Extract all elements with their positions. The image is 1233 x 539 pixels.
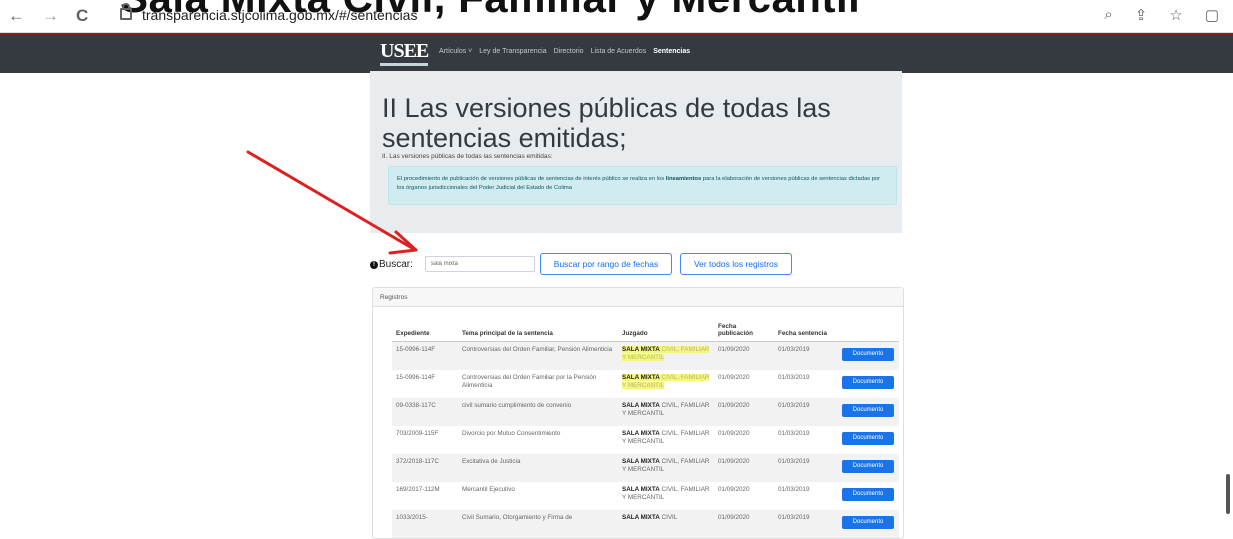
cell-fecha-sentencia: 01/03/2019 — [774, 454, 838, 482]
cell-tema: Divorcio por Mutuo Consentimiento — [462, 430, 561, 437]
juzgado-rest: CIVIL — [661, 514, 678, 521]
search-label: Buscar: — [379, 259, 413, 270]
juzgado-highlight: SALA MIXTA CIVIL, FAMILIAR Y MERCANTIL — [622, 458, 709, 473]
cell-fecha-publicacion: 01/09/2020 — [714, 510, 774, 538]
col-expediente[interactable]: Expediente — [392, 316, 458, 342]
col-fecha-publicacion[interactable]: Fecha publicación — [714, 316, 774, 342]
cell-action: Documento — [838, 426, 899, 454]
juzgado-bold: SALA MIXTA — [622, 402, 660, 409]
cell-action: Documento — [838, 398, 899, 426]
juzgado-highlight: SALA MIXTA CIVIL, FAMILIAR Y MERCANTIL — [622, 374, 710, 389]
table-row: 169/2017-112M Mercantil Ejecutivo SALA MIX… — [392, 482, 899, 510]
cell-fecha-sentencia: 01/03/2019 — [778, 374, 810, 381]
table-header-row: Expediente Tema principal de la sentenci… — [392, 316, 899, 342]
cell-action: Documento — [838, 454, 899, 482]
col-juzgado[interactable]: Juzgado — [618, 316, 714, 342]
cell-juzgado: SALA MIXTA CIVIL, FAMILIAR Y MERCANTIL — [618, 482, 714, 510]
cell-tema: Civil Sumario, Otorgamiento y Firma de — [458, 510, 618, 538]
cell-fecha-publicacion: 01/09/2020 — [714, 398, 774, 426]
documento-button[interactable]: Documento — [842, 404, 894, 417]
search-input[interactable] — [425, 256, 535, 272]
records-card: Registros Expediente Tema principal de l… — [372, 287, 904, 539]
documento-button[interactable]: Documento — [842, 348, 894, 361]
cell-expediente: 703/2009-115F — [396, 430, 439, 437]
juzgado-bold: SALA MIXTA — [622, 346, 660, 353]
juzgado-bold: SALA MIXTA — [622, 486, 660, 493]
cell-fecha-publicacion: 01/09/2020 — [718, 486, 750, 493]
juzgado-bold: SALA MIXTA — [622, 458, 660, 465]
view-all-records-button[interactable]: Ver todos los registros — [680, 253, 792, 275]
cell-tema: civil sumario cumplimiento de convenio — [458, 398, 618, 426]
cell-expediente: 169/2017-112M — [396, 486, 440, 493]
juzgado-highlight: SALA MIXTA CIVIL, FAMILIAR Y MERCANTIL — [622, 430, 709, 445]
juzgado-bold: SALA MIXTA — [622, 514, 660, 521]
col-tema[interactable]: Tema principal de la sentencia — [458, 316, 618, 342]
records-table: Expediente Tema principal de la sentenci… — [392, 316, 899, 538]
col-actions — [838, 316, 899, 342]
info-icon: ! — [370, 261, 378, 269]
cell-action: Documento — [838, 510, 899, 538]
card-header-title: Registros — [380, 294, 408, 301]
juzgado-highlight: SALA MIXTA CIVIL, FAMILIAR Y MERCANTIL — [622, 486, 709, 501]
card-header: Registros — [373, 288, 903, 307]
cell-fecha-sentencia: 01/03/2019 — [778, 486, 810, 493]
scrollbar-thumb[interactable] — [1226, 474, 1230, 514]
documento-button[interactable]: Documento — [842, 376, 894, 389]
cell-expediente: 15-0996-114F — [396, 374, 436, 381]
table-row: 15-0996-114F Controversias del Orden Fami… — [392, 341, 899, 370]
cell-expediente: 15-0996-114F — [392, 341, 458, 370]
juzgado-highlight: SALA MIXTA CIVIL, FAMILIAR Y MERCANTIL — [622, 346, 710, 361]
cell-fecha-publicacion: 01/09/2020 — [714, 341, 774, 370]
cell-tema: Controversias del Orden Familiar, Pensió… — [458, 341, 618, 370]
cell-fecha-sentencia: 01/03/2019 — [774, 510, 838, 538]
table-row: 09-0338-117C civil sumario cumplimiento d… — [392, 398, 899, 426]
date-range-search-button[interactable]: Buscar por rango de fechas — [540, 253, 672, 275]
table-body: 15-0996-114F Controversias del Orden Fami… — [392, 341, 899, 538]
cell-fecha-publicacion: 01/09/2020 — [714, 454, 774, 482]
documento-button[interactable]: Documento — [842, 460, 894, 473]
cell-juzgado: SALA MIXTA CIVIL, FAMILIAR Y MERCANTIL — [618, 398, 714, 426]
cell-action: Documento — [838, 370, 899, 398]
juzgado-highlight: SALA MIXTA CIVIL — [622, 514, 677, 521]
cell-juzgado: SALA MIXTA CIVIL, FAMILIAR Y MERCANTIL — [618, 426, 714, 454]
cell-fecha-publicacion: 01/09/2020 — [718, 374, 750, 381]
documento-button[interactable]: Documento — [842, 488, 894, 501]
cell-juzgado: SALA MIXTA CIVIL, FAMILIAR Y MERCANTIL — [618, 454, 714, 482]
table-row: 703/2009-115F Divorcio por Mutuo Consenti… — [392, 426, 899, 454]
cell-action: Documento — [838, 482, 899, 510]
cell-juzgado: SALA MIXTA CIVIL — [618, 510, 714, 538]
cell-juzgado: SALA MIXTA CIVIL, FAMILIAR Y MERCANTIL — [618, 341, 714, 370]
juzgado-bold: SALA MIXTA — [622, 374, 660, 381]
cell-expediente: 1033/2015- — [392, 510, 458, 538]
cell-juzgado: SALA MIXTA CIVIL, FAMILIAR Y MERCANTIL — [618, 370, 714, 398]
table-row: 372/2018-117C Excitativa de Justicia SALA … — [392, 454, 899, 482]
documento-button[interactable]: Documento — [842, 516, 894, 529]
cell-tema: Controversias del Orden Familiar por la … — [462, 374, 597, 389]
table-row: 15-0996-114F Controversias del Orden Fami… — [392, 370, 899, 398]
cell-fecha-sentencia: 01/03/2019 — [778, 430, 810, 437]
cell-tema: Excitativa de Justicia — [458, 454, 618, 482]
cell-fecha-sentencia: 01/03/2019 — [774, 341, 838, 370]
juzgado-bold: SALA MIXTA — [622, 430, 660, 437]
cell-tema: Mercantil Ejecutivo — [462, 486, 515, 493]
table-row: 1033/2015- Civil Sumario, Otorgamiento y … — [392, 510, 899, 538]
documento-button[interactable]: Documento — [842, 432, 894, 445]
cell-fecha-publicacion: 01/09/2020 — [718, 430, 750, 437]
col-fecha-sentencia[interactable]: Fecha sentencia — [774, 316, 838, 342]
cell-fecha-sentencia: 01/03/2019 — [774, 398, 838, 426]
cell-expediente: 09-0338-117C — [392, 398, 458, 426]
cell-action: Documento — [838, 341, 899, 370]
cell-expediente: 372/2018-117C — [392, 454, 458, 482]
juzgado-highlight: SALA MIXTA CIVIL, FAMILIAR Y MERCANTIL — [622, 402, 709, 417]
